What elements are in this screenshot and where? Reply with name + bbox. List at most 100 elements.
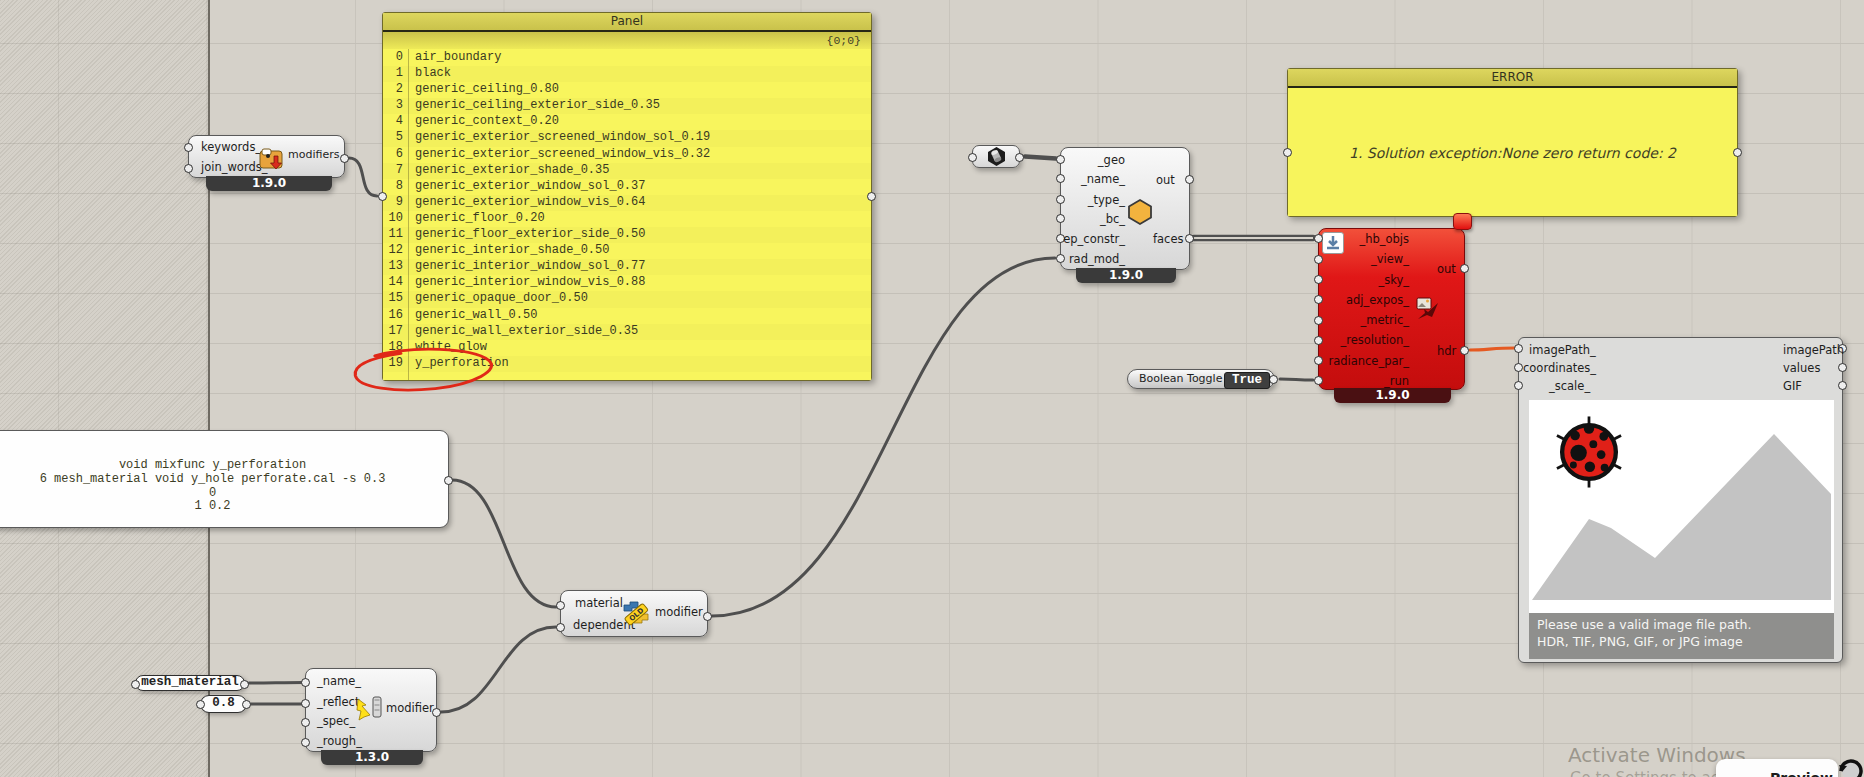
hexagon-icon (1127, 198, 1153, 226)
error-panel-input-nub[interactable] (1283, 148, 1292, 157)
output-nub-out[interactable] (1185, 175, 1194, 184)
panel-body[interactable]: 0 air_boundary 1 black 2 generic_ceiling… (383, 49, 871, 380)
output-nub-out[interactable] (1460, 264, 1469, 273)
output-nub-modifier[interactable] (703, 612, 712, 621)
row-index: 2 (383, 82, 408, 98)
input-nub-reflect[interactable] (301, 699, 310, 708)
input-nub-rough[interactable] (301, 738, 310, 747)
input-label: keywords_ (201, 139, 261, 155)
data-panel[interactable]: Panel {0;0} 0 air_boundary 1 black 2 gen… (382, 12, 872, 381)
output-nub-gif[interactable] (1838, 381, 1847, 390)
panel-row: 5 generic_exterior_screened_window_sol_0… (383, 130, 871, 146)
note-line: 6 mesh_material void y_hole perforate.ca… (0, 473, 448, 487)
hb-face-component[interactable]: 1.9.0 _geo _name_ _type_ _bc_ ep_constr_… (1060, 147, 1190, 270)
input-label: _hb_objs (1325, 231, 1409, 247)
input-nub-radiance-par[interactable] (1314, 356, 1323, 365)
canvas-outside-document-area (0, 0, 210, 777)
output-nub-hdr[interactable] (1460, 346, 1469, 355)
row-value: generic_floor_0.20 (408, 211, 545, 227)
row-index: 1 (383, 66, 408, 82)
input-label: rad_mod_ (1063, 251, 1125, 267)
panel-input-nub[interactable] (378, 192, 387, 201)
boolean-toggle[interactable]: Boolean Toggle True (1127, 369, 1275, 389)
panel-row: 10 generic_floor_0.20 (383, 211, 871, 227)
input-nub-imagepath[interactable] (1514, 344, 1523, 353)
modifiers-component[interactable]: 1.9.0 keywords_ join_words_ modifiers (188, 135, 345, 178)
output-label: out (1437, 261, 1456, 277)
row-index: 14 (383, 275, 408, 291)
row-value: generic_exterior_screened_window_sol_0.1… (408, 130, 710, 146)
toggle-value[interactable]: True (1224, 372, 1270, 389)
render-check-icon (1414, 295, 1442, 323)
code-note-panel[interactable]: void mixfunc y_perforation6 mesh_materia… (0, 430, 449, 528)
panel-row: 3 generic_ceiling_exterior_side_0.35 (383, 98, 871, 114)
input-nub-material[interactable] (556, 601, 565, 610)
recipe-component-error[interactable]: 1.9.0 _hb_objs _view_ _sky_ adj_expos_ _… (1318, 228, 1465, 390)
grasshopper-canvas[interactable]: 1.9.0 keywords_ join_words_ modifiers Pa… (0, 0, 1864, 777)
small-param-component[interactable] (972, 145, 1020, 168)
input-nub-hb-objs[interactable] (1314, 234, 1323, 243)
modifier-component-mid[interactable]: material dependent OLD modifier (560, 590, 708, 637)
input-nub-spec[interactable] (301, 718, 310, 727)
row-value: generic_opaque_door_0.50 (408, 291, 588, 307)
output-nub-modifiers[interactable] (340, 154, 349, 163)
input-nub-run[interactable] (1314, 376, 1323, 385)
param-input-nub[interactable] (131, 680, 140, 689)
input-nub-name[interactable] (301, 678, 310, 687)
row-value: generic_interior_window_sol_0.77 (408, 259, 645, 275)
input-nub-keywords[interactable] (184, 143, 193, 152)
input-label: _geo (1063, 152, 1125, 168)
note-line: 0 (0, 487, 448, 501)
input-nub-scale[interactable] (1514, 381, 1523, 390)
panel-output-nub[interactable] (867, 192, 876, 201)
corner-tooltip[interactable]: Preview (1716, 759, 1838, 777)
caption-line2: HDR, TIF, PNG, GIF, or JPG image (1537, 634, 1743, 649)
row-value: generic_exterior_shade_0.35 (408, 163, 609, 179)
row-index: 5 (383, 130, 408, 146)
row-index: 7 (383, 163, 408, 179)
error-message-panel[interactable]: ERROR 1. Solution exception:None zero re… (1287, 68, 1738, 217)
param-output-nub[interactable] (240, 680, 249, 689)
input-nub-sky[interactable] (1314, 275, 1323, 284)
input-nub[interactable] (968, 153, 977, 162)
image-viewer-component[interactable]: imagePath_ coordinates_ _scale_ imagePat… (1518, 337, 1843, 663)
version-badge: 1.9.0 (1334, 388, 1451, 403)
output-label: GIF (1783, 378, 1802, 394)
note-line: 1 0.2 (0, 500, 448, 514)
input-nub-metric[interactable] (1314, 316, 1323, 325)
modifier-component-bottom[interactable]: 1.3.0 _name_ _reflect _spec_ _rough_ mod… (305, 668, 437, 752)
output-nub-faces[interactable] (1185, 234, 1194, 243)
output-nub-values[interactable] (1838, 363, 1847, 372)
component-label: modifiers (288, 147, 339, 163)
input-nub-coordinates[interactable] (1514, 363, 1523, 372)
toggle-output-nub[interactable] (1269, 375, 1278, 384)
row-value: generic_exterior_window_vis_0.64 (408, 195, 645, 211)
panel-row: 6 generic_exterior_screened_window_vis_0… (383, 147, 871, 163)
input-label: _rough_ (317, 733, 362, 749)
row-value: black (408, 66, 451, 82)
hexagon-cylinder-icon (986, 146, 1007, 167)
error-panel-output-nub[interactable] (1733, 148, 1742, 157)
output-nub[interactable] (1015, 153, 1024, 162)
reflect-value-param[interactable]: 0.8 (200, 695, 247, 713)
input-nub-view[interactable] (1314, 255, 1323, 264)
input-label: _reflect (317, 694, 359, 710)
input-nub-adj-expos[interactable] (1314, 295, 1323, 304)
row-index: 13 (383, 259, 408, 275)
input-nub-resolution[interactable] (1314, 336, 1323, 345)
error-balloon[interactable] (1453, 213, 1472, 230)
panel-row: 1 black (383, 66, 871, 82)
input-nub-join-words[interactable] (184, 164, 193, 173)
param-output-nub[interactable] (242, 700, 251, 709)
panel-title[interactable]: Panel (383, 13, 871, 30)
input-label: coordinates_ (1523, 360, 1596, 376)
row-index: 16 (383, 308, 408, 324)
mesh-material-param[interactable]: mesh_material (135, 675, 245, 691)
panel-row: 2 generic_ceiling_0.80 (383, 82, 871, 98)
input-nub-dependent[interactable] (556, 623, 565, 632)
python-old-icon: OLD (621, 599, 651, 629)
panel-row: 8 generic_exterior_window_sol_0.37 (383, 179, 871, 195)
row-index: 3 (383, 98, 408, 114)
recompute-icon[interactable] (1836, 757, 1864, 777)
param-input-nub[interactable] (196, 700, 205, 709)
